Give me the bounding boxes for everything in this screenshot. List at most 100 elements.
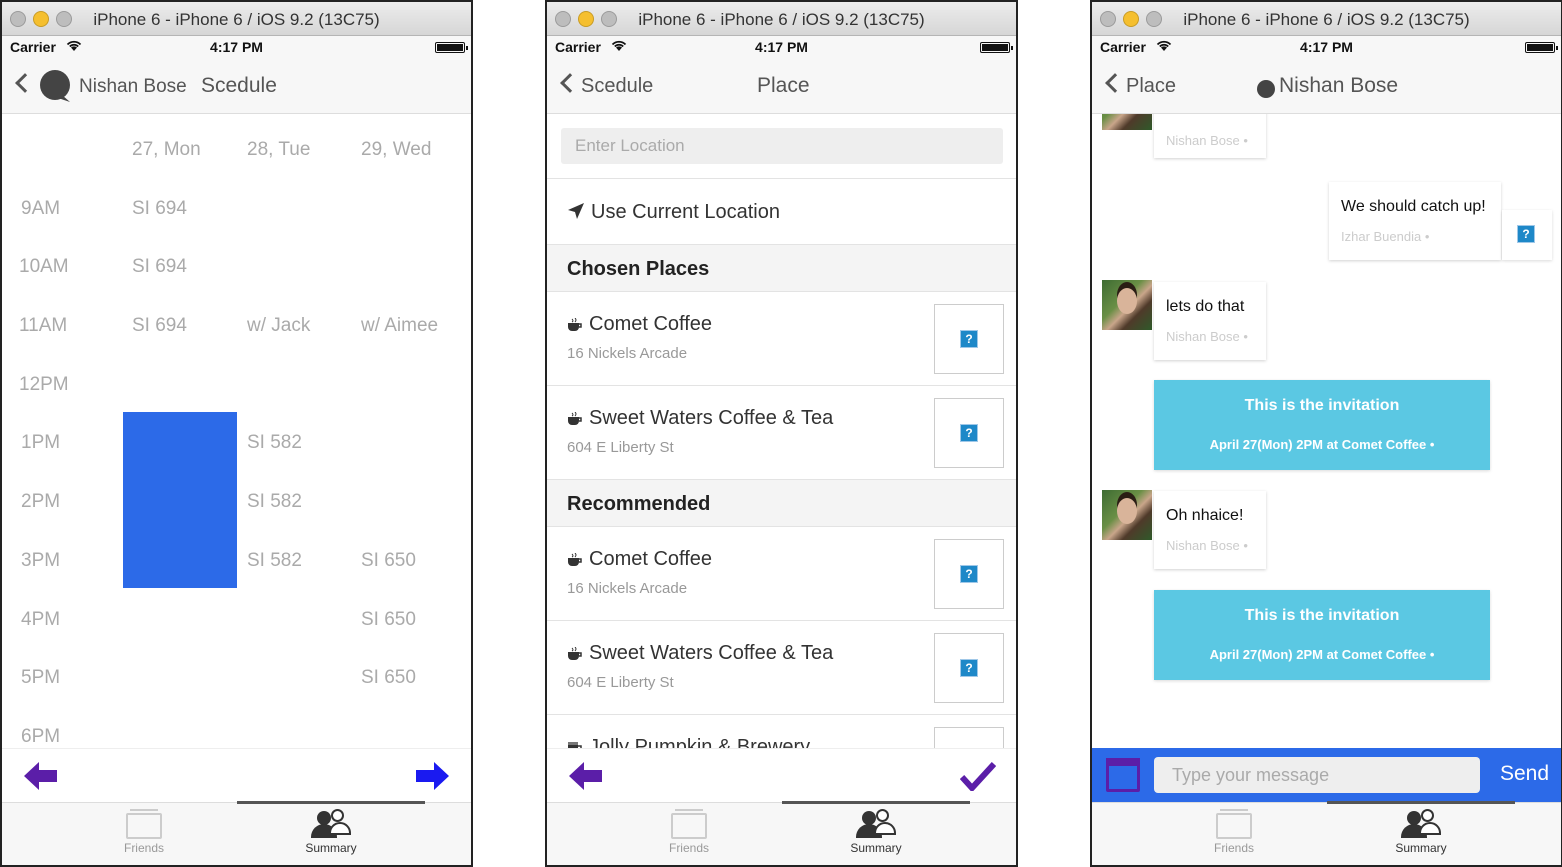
nav-title: Place [757, 74, 810, 97]
place-name: Comet Coffee [589, 548, 713, 570]
chat-bubble-icon[interactable] [38, 69, 74, 103]
schedule-cell[interactable]: SI 650 [361, 609, 416, 631]
place-thumbnail[interactable]: ? [934, 304, 1004, 374]
use-current-location-row[interactable]: Use Current Location [547, 178, 1016, 244]
place-thumbnail[interactable]: ? [934, 633, 1004, 703]
place-thumbnail[interactable]: ? [934, 539, 1004, 609]
friends-icon [1216, 809, 1252, 839]
left-arrow-icon[interactable] [24, 761, 58, 791]
place-address: 604 E Liberty St [567, 674, 674, 691]
friends-icon [126, 809, 162, 839]
tab-label: Friends [668, 841, 709, 855]
back-button[interactable]: Scedule [581, 75, 653, 98]
place-list[interactable]: Use Current Location Chosen Places Comet… [547, 114, 1016, 751]
tab-label: Friends [1213, 841, 1254, 855]
avatar: ? [1502, 210, 1552, 260]
active-tab-indicator [782, 801, 970, 804]
place-row[interactable]: Comet Coffee 16 Nickels Arcade ? [547, 526, 1016, 620]
coffee-cup-icon [568, 553, 582, 566]
message-text: Oh nhaice! [1166, 507, 1244, 524]
missing-image-icon: ? [1517, 225, 1535, 243]
window-titlebar: iPhone 6 - iPhone 6 / iOS 9.2 (13C75) [547, 2, 1016, 36]
schedule-grid[interactable]: 27, Mon 28, Tue 29, Wed 9AM 10AM 11AM 12… [2, 114, 471, 751]
tab-bar: Friends Summary [1092, 801, 1561, 865]
time-slot-label: 10AM [19, 256, 69, 277]
invitation-card[interactable]: This is the invitation April 27(Mon) 2PM… [1154, 590, 1490, 680]
place-name: Comet Coffee [589, 313, 713, 335]
people-icon [856, 809, 896, 839]
schedule-cell[interactable]: SI 650 [361, 667, 416, 689]
time-slot-label: 9AM [21, 198, 61, 219]
time-slot-label: 4PM [21, 609, 61, 630]
time-slot-label: 2PM [21, 491, 61, 512]
battery-icon [435, 42, 468, 53]
place-row[interactable]: Comet Coffee 16 Nickels Arcade ? [547, 291, 1016, 385]
missing-image-icon: ? [960, 330, 978, 348]
message-composer: Send [1092, 748, 1561, 802]
message-list[interactable]: Nishan Bose • We should catch up! Izhar … [1092, 114, 1561, 751]
message-bubble[interactable]: Oh nhaice! Nishan Bose • [1154, 491, 1266, 569]
message-sender: Nishan Bose • [1166, 133, 1248, 148]
schedule-cell[interactable]: SI 694 [132, 256, 187, 278]
tab-friends[interactable]: Friends [619, 809, 759, 855]
message-bubble[interactable]: We should catch up! Izhar Buendia • [1329, 182, 1501, 260]
back-chevron-icon[interactable] [560, 73, 580, 93]
back-chevron-icon[interactable] [1105, 73, 1125, 93]
simulator-window-chat: iPhone 6 - iPhone 6 / iOS 9.2 (13C75) Ca… [1090, 0, 1562, 867]
invitation-detail: April 27(Mon) 2PM at Comet Coffee • [1209, 647, 1435, 662]
schedule-cell[interactable]: w/ Jack [247, 315, 310, 337]
status-bar: Carrier 4:17 PM [547, 36, 1016, 58]
tab-friends[interactable]: Friends [1164, 809, 1304, 855]
place-name: Sweet Waters Coffee & Tea [589, 642, 834, 664]
place-row[interactable]: Sweet Waters Coffee & Tea 604 E Liberty … [547, 620, 1016, 714]
tab-label: Friends [123, 841, 164, 855]
coffee-cup-icon [568, 647, 582, 660]
place-thumbnail[interactable]: ? [934, 398, 1004, 468]
chat-bubble-icon [1257, 80, 1275, 98]
location-arrow-icon [568, 203, 584, 219]
tab-summary[interactable]: Summary [806, 809, 946, 855]
schedule-cell[interactable]: SI 582 [247, 491, 302, 513]
schedule-cell[interactable]: SI 694 [132, 315, 187, 337]
tab-summary[interactable]: Summary [261, 809, 401, 855]
message-text: lets do that [1166, 298, 1245, 315]
navigation-bar: Place Nishan Bose [1092, 58, 1561, 114]
place-row[interactable]: Sweet Waters Coffee & Tea 604 E Liberty … [547, 385, 1016, 479]
missing-image-icon: ? [960, 424, 978, 442]
avatar [1102, 114, 1152, 130]
message-input[interactable] [1154, 757, 1480, 793]
send-button[interactable]: Send [1500, 762, 1549, 786]
schedule-cell[interactable]: SI 582 [247, 432, 302, 454]
right-arrow-icon[interactable] [415, 761, 449, 791]
section-header-recommended: Recommended [547, 479, 1016, 526]
schedule-cell[interactable]: SI 694 [132, 198, 187, 220]
nav-contact-name[interactable]: Nishan Bose [79, 76, 187, 98]
invitation-title: This is the invitation [1244, 607, 1400, 624]
navigation-bar: Nishan Bose Scedule [2, 58, 471, 114]
left-arrow-icon[interactable] [569, 761, 603, 791]
schedule-cell[interactable]: w/ Aimee [361, 315, 438, 337]
time-slot-label: 6PM [21, 726, 61, 747]
place-row[interactable]: Jolly Pumpkin & Brewery [547, 714, 1016, 751]
place-address: 16 Nickels Arcade [567, 580, 688, 597]
selected-time-block[interactable] [123, 412, 237, 588]
location-search-input[interactable] [561, 128, 1003, 164]
day-header: 29, Wed [361, 139, 432, 160]
schedule-cell[interactable]: SI 582 [247, 550, 302, 572]
message-bubble[interactable]: lets do that Nishan Bose • [1154, 282, 1266, 360]
message-bubble[interactable]: Nishan Bose • [1154, 114, 1266, 158]
time-slot-label: 5PM [21, 667, 61, 688]
section-title: Recommended [567, 493, 711, 515]
back-button[interactable]: Place [1126, 75, 1176, 98]
calendar-icon[interactable] [1106, 758, 1140, 792]
navigation-bar: Scedule Place [547, 58, 1016, 114]
schedule-cell[interactable]: SI 650 [361, 550, 416, 572]
tab-friends[interactable]: Friends [74, 809, 214, 855]
active-tab-indicator [1327, 801, 1515, 804]
tab-summary[interactable]: Summary [1351, 809, 1491, 855]
invitation-card[interactable]: This is the invitation April 27(Mon) 2PM… [1154, 380, 1490, 470]
back-chevron-icon[interactable] [15, 73, 35, 93]
coffee-cup-icon [568, 318, 582, 331]
checkmark-icon[interactable] [960, 761, 996, 791]
window-titlebar: iPhone 6 - iPhone 6 / iOS 9.2 (13C75) [1092, 2, 1561, 36]
